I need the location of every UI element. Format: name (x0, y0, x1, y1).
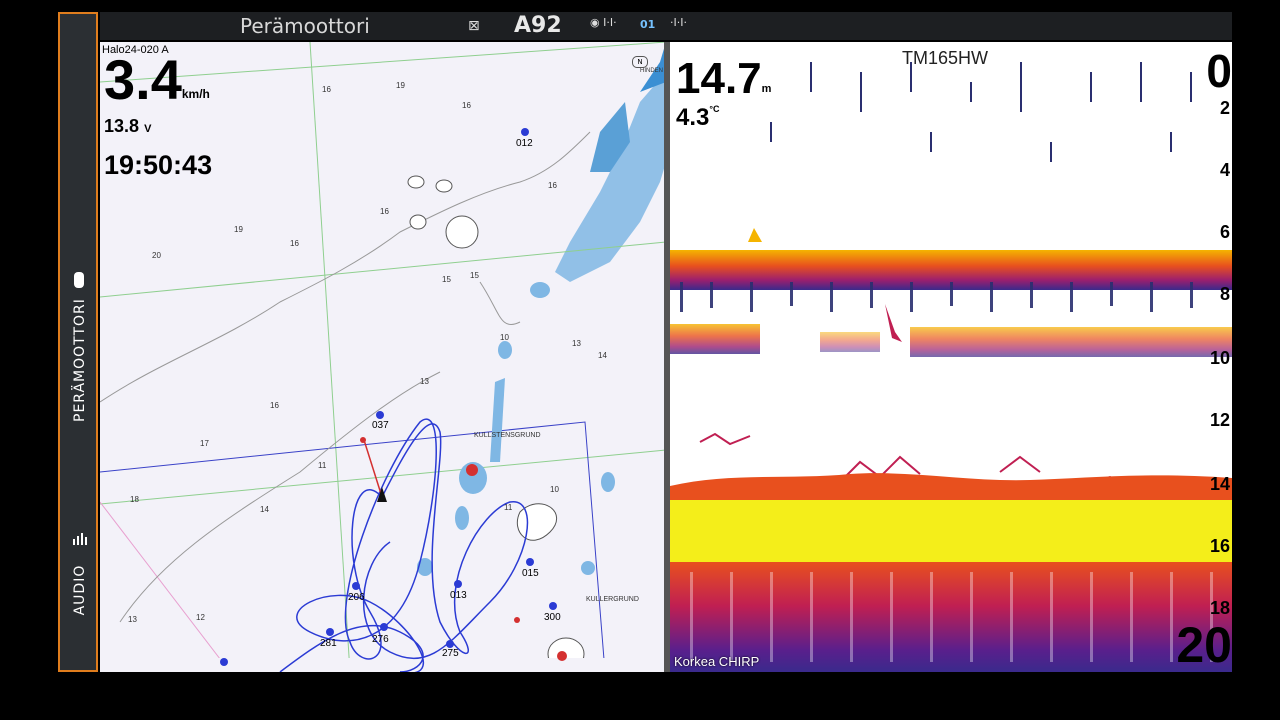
satellite-signal-icon: ◉ I·I· (590, 16, 617, 29)
svg-text:16: 16 (270, 401, 279, 410)
waypoint-label[interactable]: 300 (544, 612, 561, 623)
svg-text:16: 16 (548, 181, 557, 190)
page-title: Perämoottori (240, 14, 370, 38)
depth-tick: 2 (1219, 98, 1230, 118)
svg-text:16: 16 (380, 207, 389, 216)
voltage-unit: V (144, 123, 152, 135)
satellite-count: 01 (640, 18, 656, 31)
water-temp-readout: 4.3°C (676, 104, 719, 132)
gps-status[interactable]: A92 (514, 13, 562, 38)
svg-text:13: 13 (128, 615, 137, 624)
voltage-readout: 13.8 V (104, 116, 151, 137)
svg-text:20: 20 (152, 251, 161, 260)
sidebar: PERÄMOOTTORI AUDIO (58, 12, 98, 672)
outboard-icon[interactable] (74, 272, 84, 288)
sidebar-tab-outboard-label: PERÄMOOTTORI (72, 298, 88, 422)
svg-text:13: 13 (572, 339, 581, 348)
svg-text:19: 19 (396, 81, 405, 90)
depth-tick: 6 (1219, 222, 1230, 242)
depth-tick: 12 (1209, 410, 1230, 430)
signal-bars-icon: ·I·I· (670, 16, 687, 29)
svg-text:14: 14 (598, 351, 607, 360)
depth-tick: 8 (1219, 284, 1230, 304)
place-label: KULLSTENSGRUND (474, 432, 541, 439)
svg-text:16: 16 (322, 85, 331, 94)
depth-unit: m (761, 83, 772, 95)
speed-value: 3.4 (104, 48, 182, 111)
nautical-chart[interactable]: 16 19 16 16 16 16 19 20 15 15 10 14 13 16 17 18 14 1… (100, 42, 666, 672)
svg-text:14: 14 (260, 505, 269, 514)
svg-text:11: 11 (504, 503, 513, 512)
depth-tick: 4 (1219, 160, 1230, 180)
voltage-value: 13.8 (104, 116, 140, 136)
transducer-label: TM165HW (902, 48, 989, 68)
svg-text:15: 15 (470, 271, 479, 280)
waypoint-label[interactable]: 015 (522, 568, 539, 579)
sonar-mode-label: Korkea CHIRP (674, 654, 760, 669)
depth-readout: 14.7m (676, 56, 771, 102)
place-label: KULLERGRUND (586, 596, 639, 603)
depth-tick: 14 (1209, 474, 1230, 494)
range-bottom: 20 (1176, 617, 1232, 672)
clock-readout: 19:50:43 (104, 150, 213, 180)
svg-text:11: 11 (318, 461, 327, 470)
sonar-panel[interactable]: 14.7m 4.3°C TM165HW 0 20 2 4 6 8 10 12 1… (670, 42, 1232, 672)
svg-text:19: 19 (234, 225, 243, 234)
svg-text:15: 15 (442, 275, 451, 284)
water-temp-unit: °C (709, 104, 720, 114)
chart-panel[interactable]: 16 19 16 16 16 16 19 20 15 15 10 14 13 16 17 18 14 1… (100, 42, 666, 672)
waypoint-label[interactable]: 206 (348, 592, 365, 603)
status-bar: Perämoottori ⊠ A92 ◉ I·I· 01 ·I·I· (100, 12, 1232, 40)
waypoint-label[interactable]: 276 (372, 634, 389, 645)
speed-readout: 3.4km/h (104, 52, 210, 108)
svg-text:16: 16 (462, 101, 471, 110)
waypoint-label[interactable]: 012 (516, 138, 533, 149)
sonar-image (670, 62, 1232, 672)
waypoint-label[interactable]: 275 (442, 648, 459, 659)
water-temp-value: 4.3 (676, 104, 710, 131)
range-top: 0 (1206, 45, 1232, 97)
depth-tick: 10 (1209, 348, 1230, 368)
svg-text:10: 10 (550, 485, 559, 494)
waypoint-label[interactable]: 013 (450, 590, 467, 601)
depth-value: 14.7 (676, 54, 762, 103)
svg-text:13: 13 (420, 377, 429, 386)
svg-text:16: 16 (290, 239, 299, 248)
north-arrow-icon[interactable]: N (632, 56, 648, 68)
speed-unit: km/h (181, 87, 210, 101)
svg-text:12: 12 (196, 613, 205, 622)
sidebar-tab-audio-label: AUDIO (72, 564, 88, 616)
svg-text:10: 10 (500, 333, 509, 342)
svg-text:18: 18 (130, 495, 139, 504)
depth-tick: 18 (1209, 598, 1230, 618)
depth-tick: 16 (1209, 536, 1230, 556)
waypoint-label[interactable]: 037 (372, 420, 389, 431)
waypoint-label[interactable]: 281 (320, 638, 337, 649)
svg-text:17: 17 (200, 439, 209, 448)
close-icon[interactable]: ⊠ (468, 18, 480, 34)
place-label: HINDEN (640, 68, 664, 74)
